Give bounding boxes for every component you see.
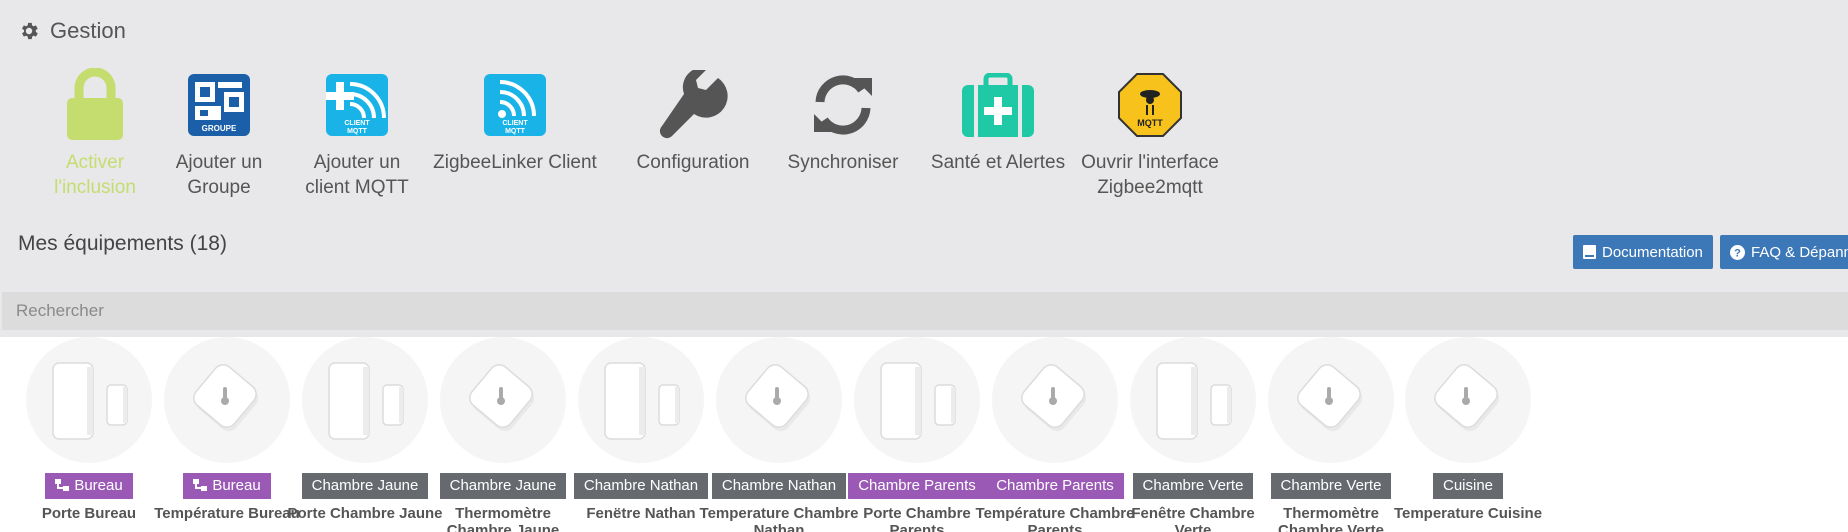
room-badge-label: Chambre Nathan	[721, 477, 837, 494]
thermometer-icon	[1434, 364, 1500, 432]
groupe-icon: GROUPE	[188, 74, 250, 136]
configuration-label: Configuration	[636, 152, 750, 173]
equipment-card[interactable]: Cuisine Temperature Cuisine	[1387, 337, 1549, 522]
health-alerts-button[interactable]: Santé et Alertes	[918, 62, 1078, 175]
room-badge-label: Chambre Verte	[1142, 477, 1244, 494]
equipment-title: Mes équipements (18)	[18, 232, 227, 255]
search-bar	[2, 292, 1848, 330]
equipment-image	[1405, 337, 1531, 463]
equipment-image	[164, 337, 290, 463]
svg-text:MQTT: MQTT	[505, 128, 526, 135]
room-badge: Cuisine	[1432, 473, 1504, 499]
add-mqtt-client-button[interactable]: CLIENT MQTT Ajouter un client MQTT	[282, 62, 432, 200]
add-mqtt-client-label: Ajouter un client MQTT	[305, 152, 409, 198]
lock-icon	[67, 68, 123, 140]
equipment-image	[26, 337, 152, 463]
room-badge-label: Chambre Jaune	[311, 477, 419, 494]
object-tree-icon	[193, 474, 208, 491]
gestion-header: Gestion	[18, 18, 126, 44]
room-badge-label: Chambre Nathan	[583, 477, 699, 494]
open-zigbee2mqtt-button[interactable]: MQTT Ouvrir l'interface Zigbee2mqtt	[1060, 62, 1240, 200]
thermometer-icon	[469, 364, 535, 432]
gestion-title: Gestion	[50, 18, 126, 43]
synchronize-button[interactable]: Synchroniser	[768, 62, 918, 175]
door-sensor-icon	[604, 362, 680, 440]
zigbeelinker-client-button[interactable]: CLIENT MQTT ZigbeeLinker Client	[425, 62, 605, 175]
object-tree-icon	[55, 474, 70, 491]
documentation-button[interactable]: Documentation	[1573, 235, 1713, 269]
equipment-image	[1130, 337, 1256, 463]
svg-text:CLIENT: CLIENT	[344, 120, 370, 127]
equipment-image	[854, 337, 980, 463]
equipment-image	[440, 337, 566, 463]
svg-text:?: ?	[1734, 247, 1741, 259]
documentation-label: Documentation	[1602, 243, 1703, 261]
room-badge: Chambre Verte	[1270, 473, 1392, 499]
thermometer-icon	[193, 364, 259, 432]
thermometer-icon	[1021, 364, 1087, 432]
client-mqtt-icon: CLIENT MQTT	[484, 74, 546, 136]
room-badge: Chambre Nathan	[573, 473, 709, 499]
room-badge: Bureau	[183, 473, 271, 499]
thermometer-icon	[1297, 364, 1363, 432]
search-input[interactable]	[2, 292, 1848, 330]
configuration-button[interactable]: Configuration	[618, 62, 768, 175]
room-badge-label: Chambre Verte	[1280, 477, 1382, 494]
room-badge-label: Chambre Parents	[858, 477, 976, 494]
equipment-image	[578, 337, 704, 463]
room-badge-label: Bureau	[212, 477, 261, 494]
svg-text:MQTT: MQTT	[347, 128, 368, 135]
equipment-image	[992, 337, 1118, 463]
room-badge-label: Cuisine	[1442, 477, 1494, 494]
equipment-image	[1268, 337, 1394, 463]
room-badge-label: Chambre Parents	[996, 477, 1114, 494]
equipment-grid: Bureau Porte Bureau Bureau Température Bure…	[0, 337, 1848, 532]
door-sensor-icon	[880, 362, 956, 440]
room-badge-label: Chambre Jaune	[449, 477, 557, 494]
room-badge: Chambre Jaune	[301, 473, 429, 499]
client-mqtt-add-icon: CLIENT MQTT	[326, 74, 388, 136]
question-circle-icon: ?	[1730, 244, 1745, 260]
faq-label: FAQ & Dépanna	[1751, 243, 1848, 261]
health-alerts-label: Santé et Alertes	[930, 152, 1066, 173]
add-group-label: Ajouter un Groupe	[175, 152, 263, 198]
wrench-icon	[659, 70, 728, 139]
zigbeelinker-client-label: ZigbeeLinker Client	[433, 152, 597, 173]
svg-text:GROUPE: GROUPE	[202, 124, 237, 133]
faq-button[interactable]: ? FAQ & Dépanna	[1720, 235, 1848, 269]
room-badge: Chambre Nathan	[711, 473, 847, 499]
room-badge: Chambre Verte	[1132, 473, 1254, 499]
zigbee2mqtt-icon: MQTT	[1118, 73, 1182, 137]
gear-icon	[22, 22, 38, 40]
door-sensor-icon	[52, 362, 128, 440]
room-badge: Chambre Parents	[848, 473, 986, 499]
equipment-name: Temperature Cuisine	[1393, 505, 1543, 522]
room-badge: Bureau	[45, 473, 133, 499]
add-group-button[interactable]: GROUPE Ajouter un Groupe	[144, 62, 294, 200]
thermometer-icon	[745, 364, 811, 432]
room-badge-label: Bureau	[74, 477, 123, 494]
equipment-image	[716, 337, 842, 463]
door-sensor-icon	[1156, 362, 1232, 440]
book-icon	[1583, 245, 1596, 259]
room-badge: Chambre Jaune	[439, 473, 567, 499]
sync-icon	[814, 75, 872, 135]
room-badge: Chambre Parents	[986, 473, 1124, 499]
synchronize-label: Synchroniser	[787, 152, 899, 173]
door-sensor-icon	[328, 362, 404, 440]
open-zigbee2mqtt-label: Ouvrir l'interface Zigbee2mqtt	[1081, 152, 1219, 198]
medkit-icon	[962, 73, 1034, 137]
svg-text:MQTT: MQTT	[1137, 118, 1163, 128]
equipment-image	[302, 337, 428, 463]
svg-text:CLIENT: CLIENT	[502, 120, 528, 127]
